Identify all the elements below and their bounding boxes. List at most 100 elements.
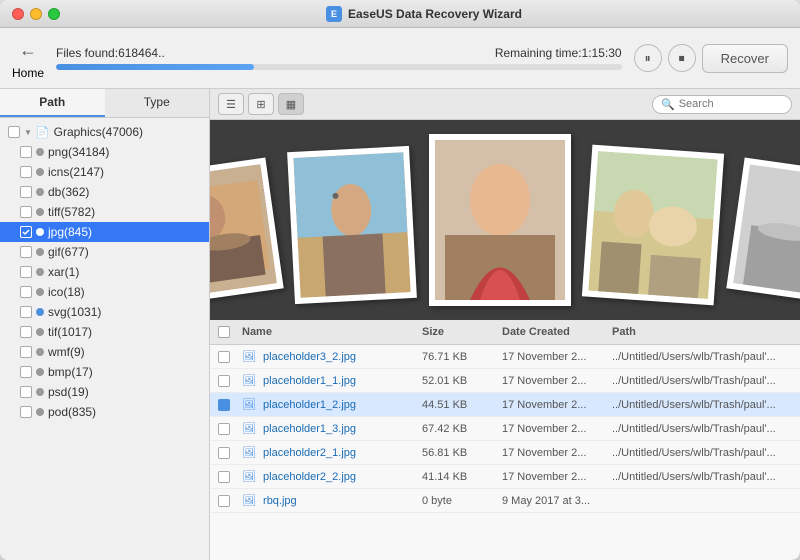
minimize-button[interactable] [30, 8, 42, 20]
file-name: 🖼 rbq.jpg [242, 494, 422, 507]
table-row[interactable]: 🖼 placeholder3_2.jpg 76.71 KB 17 Novembe… [210, 345, 800, 369]
checkbox-svg[interactable] [20, 306, 32, 318]
filmstrip-view-button[interactable]: ▦ [278, 93, 304, 115]
sidebar-item-label: db(362) [48, 185, 89, 199]
file-date: 17 November 2... [502, 471, 612, 483]
grid-view-button[interactable]: ⊞ [248, 93, 274, 115]
sidebar-item-db[interactable]: db(362) [0, 182, 209, 202]
file-type-icon: 🖼 [242, 351, 256, 363]
pause-button[interactable]: ⏸ [634, 44, 662, 72]
checkbox-db[interactable] [20, 186, 32, 198]
checkbox-wmf[interactable] [20, 346, 32, 358]
titlebar: E EaseUS Data Recovery Wizard [0, 0, 800, 28]
file-name: 🖼 placeholder1_1.jpg [242, 374, 422, 387]
recover-button[interactable]: Recover [702, 44, 788, 73]
checkbox-graphics[interactable] [8, 126, 20, 138]
file-type-icon: 🖼 [242, 471, 256, 483]
checkbox-icns[interactable] [20, 166, 32, 178]
row-checkbox[interactable] [218, 447, 230, 459]
sidebar-item-psd[interactable]: psd(19) [0, 382, 209, 402]
row-checkbox[interactable] [218, 351, 230, 363]
preview-photo-1[interactable] [210, 158, 284, 303]
sidebar-item-tif[interactable]: tif(1017) [0, 322, 209, 342]
sidebar-item-wmf[interactable]: wmf(9) [0, 342, 209, 362]
table-row[interactable]: 🖼 rbq.jpg 0 byte 9 May 2017 at 3... [210, 489, 800, 513]
sidebar-item-svg[interactable]: svg(1031) [0, 302, 209, 322]
select-all-checkbox[interactable] [218, 326, 230, 338]
file-date: 17 November 2... [502, 399, 612, 411]
tab-type[interactable]: Type [105, 89, 210, 117]
preview-photo-5[interactable] [726, 158, 800, 303]
file-name: 🖼 placeholder1_3.jpg [242, 422, 422, 435]
playback-controls: ⏸ ⏹ Recover [634, 44, 788, 73]
table-row[interactable]: 🖼 placeholder1_3.jpg 67.42 KB 17 Novembe… [210, 417, 800, 441]
table-row[interactable]: 🖼 placeholder2_2.jpg 41.14 KB 17 Novembe… [210, 465, 800, 489]
sidebar-item-label: tif(1017) [48, 325, 92, 339]
table-row[interactable]: 🖼 placeholder1_2.jpg 44.51 KB 17 Novembe… [210, 393, 800, 417]
pod-icon [36, 408, 44, 416]
sidebar-item-tiff[interactable]: tiff(5782) [0, 202, 209, 222]
preview-area [210, 120, 800, 320]
sidebar-item-xar[interactable]: xar(1) [0, 262, 209, 282]
preview-photo-2[interactable] [287, 146, 417, 304]
maximize-button[interactable] [48, 8, 60, 20]
file-list-header: Name Size Date Created Path [210, 320, 800, 345]
traffic-lights [12, 8, 60, 20]
file-name: 🖼 placeholder2_1.jpg [242, 446, 422, 459]
preview-photo-4[interactable] [582, 145, 724, 306]
checkbox-gif[interactable] [20, 246, 32, 258]
row-checkbox[interactable] [218, 375, 230, 387]
row-checkbox[interactable] [218, 423, 230, 435]
list-view-button[interactable]: ☰ [218, 93, 244, 115]
sidebar-item-label: wmf(9) [48, 345, 85, 359]
sidebar-item-png[interactable]: png(34184) [0, 142, 209, 162]
checkbox-pod[interactable] [20, 406, 32, 418]
sidebar-item-icns[interactable]: icns(2147) [0, 162, 209, 182]
checkbox-tif[interactable] [20, 326, 32, 338]
back-button[interactable]: ← [12, 36, 44, 64]
sidebar-item-jpg[interactable]: jpg(845) [0, 222, 209, 242]
file-size: 41.14 KB [422, 471, 502, 483]
file-size: 44.51 KB [422, 399, 502, 411]
bmp-icon [36, 368, 44, 376]
checkbox-jpg[interactable] [20, 226, 32, 238]
checkbox-tiff[interactable] [20, 206, 32, 218]
sidebar-tabs: Path Type [0, 89, 209, 118]
close-button[interactable] [12, 8, 24, 20]
row-checkbox[interactable] [218, 471, 230, 483]
sidebar-item-label: gif(677) [48, 245, 89, 259]
progress-bar [56, 64, 622, 70]
search-input[interactable] [679, 98, 783, 110]
ico-icon [36, 288, 44, 296]
sidebar-item-label: tiff(5782) [48, 205, 95, 219]
table-row[interactable]: 🖼 placeholder1_1.jpg 52.01 KB 17 Novembe… [210, 369, 800, 393]
checkbox-xar[interactable] [20, 266, 32, 278]
checkbox-png[interactable] [20, 146, 32, 158]
file-type-icon: 🖼 [242, 447, 256, 459]
wmf-icon [36, 348, 44, 356]
checkbox-psd[interactable] [20, 386, 32, 398]
psd-icon [36, 388, 44, 396]
sidebar-item-ico[interactable]: ico(18) [0, 282, 209, 302]
file-date: 17 November 2... [502, 447, 612, 459]
header-name: Name [242, 326, 422, 338]
sidebar-item-bmp[interactable]: bmp(17) [0, 362, 209, 382]
file-path: ../Untitled/Users/wlb/Trash/paul'... [612, 351, 792, 363]
file-date: 17 November 2... [502, 375, 612, 387]
sidebar-item-graphics[interactable]: ▼ 📄 Graphics(47006) [0, 122, 209, 142]
row-checkbox[interactable] [218, 495, 230, 507]
preview-photo-3[interactable] [429, 134, 571, 306]
checkbox-bmp[interactable] [20, 366, 32, 378]
sidebar-item-gif[interactable]: gif(677) [0, 242, 209, 262]
sidebar-item-label: ico(18) [48, 285, 85, 299]
header-date: Date Created [502, 326, 612, 338]
tab-path[interactable]: Path [0, 89, 105, 117]
checkbox-ico[interactable] [20, 286, 32, 298]
row-checkbox[interactable] [218, 399, 230, 411]
search-icon: 🔍 [661, 98, 675, 111]
file-size: 56.81 KB [422, 447, 502, 459]
stop-button[interactable]: ⏹ [668, 44, 696, 72]
sidebar-item-label: png(34184) [48, 145, 109, 159]
sidebar-item-pod[interactable]: pod(835) [0, 402, 209, 422]
table-row[interactable]: 🖼 placeholder2_1.jpg 56.81 KB 17 Novembe… [210, 441, 800, 465]
